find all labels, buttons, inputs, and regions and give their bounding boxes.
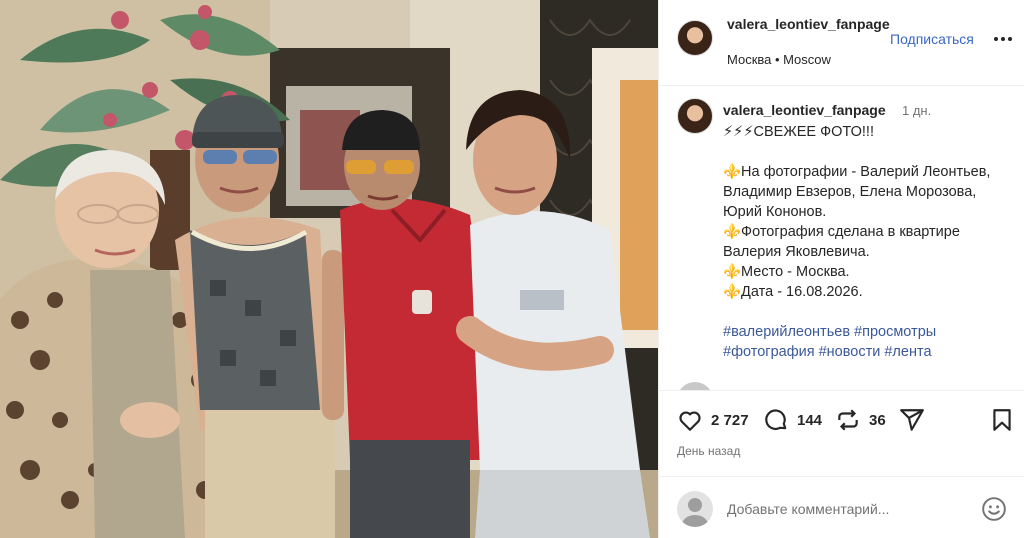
emoji-icon-glyph: [982, 497, 1006, 521]
post-caption: valera_leontiev_fanpage 1 дн. ⚡⚡⚡СВЕЖЕЕ …: [659, 86, 1024, 390]
caption-line: [723, 142, 1013, 162]
caption-line: ⚜️Фотография сделана в квартире Валерия …: [723, 224, 964, 260]
post-sidebar: valera_leontiev_fanpage Москва • Moscow …: [658, 0, 1024, 538]
current-user-avatar[interactable]: [677, 491, 713, 527]
comment-box: [659, 476, 1024, 538]
caption-line: ⚜️Место - Москва.: [723, 264, 850, 280]
commenter-avatar[interactable]: [677, 382, 713, 390]
emoji-icon[interactable]: [981, 496, 1007, 522]
share-button[interactable]: [899, 407, 925, 433]
caption-hashtags[interactable]: #валерийлеонтьев #просмотры #фотография …: [723, 322, 1013, 362]
post-date[interactable]: День назад: [677, 444, 740, 458]
share-icon: [900, 409, 924, 431]
post-header: valera_leontiev_fanpage Москва • Moscow …: [659, 0, 1024, 86]
caption-line: ⚜️На фотографии - Валерий Леонтьев, Влад…: [723, 164, 995, 220]
more-icon[interactable]: [991, 26, 1015, 50]
caption-body: ⚡⚡⚡СВЕЖЕЕ ФОТО!!! ⚜️На фотографии - Вале…: [723, 122, 1013, 362]
post-location[interactable]: Москва • Moscow: [727, 52, 831, 67]
author-avatar[interactable]: [677, 20, 713, 56]
author-username[interactable]: valera_leontiev_fanpage: [727, 15, 897, 33]
comment-icon: [765, 409, 787, 430]
comment-button[interactable]: 144: [763, 407, 822, 433]
reposts-count: 36: [869, 411, 886, 429]
likes-count: 2 727: [711, 411, 749, 429]
photo-illustration: [0, 0, 658, 538]
heart-icon: [679, 411, 701, 431]
caption-avatar[interactable]: [677, 98, 713, 134]
caption-line: ⚜️Дата - 16.08.2026.: [723, 284, 863, 300]
post-photo[interactable]: [0, 0, 658, 538]
comments-count: 144: [797, 411, 823, 429]
post-actions: 2 727 144 36 День назад: [659, 390, 1024, 476]
like-button[interactable]: 2 727: [677, 407, 749, 433]
comment-input[interactable]: [727, 497, 967, 521]
repost-icon: [838, 409, 858, 431]
caption-time[interactable]: 1 дн.: [902, 103, 931, 118]
bookmark-icon: [993, 409, 1011, 431]
caption-username[interactable]: valera_leontiev_fanpage: [723, 102, 886, 118]
save-button[interactable]: [989, 407, 1015, 433]
repost-button[interactable]: 36: [835, 407, 886, 433]
follow-button[interactable]: Подписаться: [890, 31, 974, 47]
caption-line: ⚡⚡⚡СВЕЖЕЕ ФОТО!!!: [723, 124, 874, 140]
